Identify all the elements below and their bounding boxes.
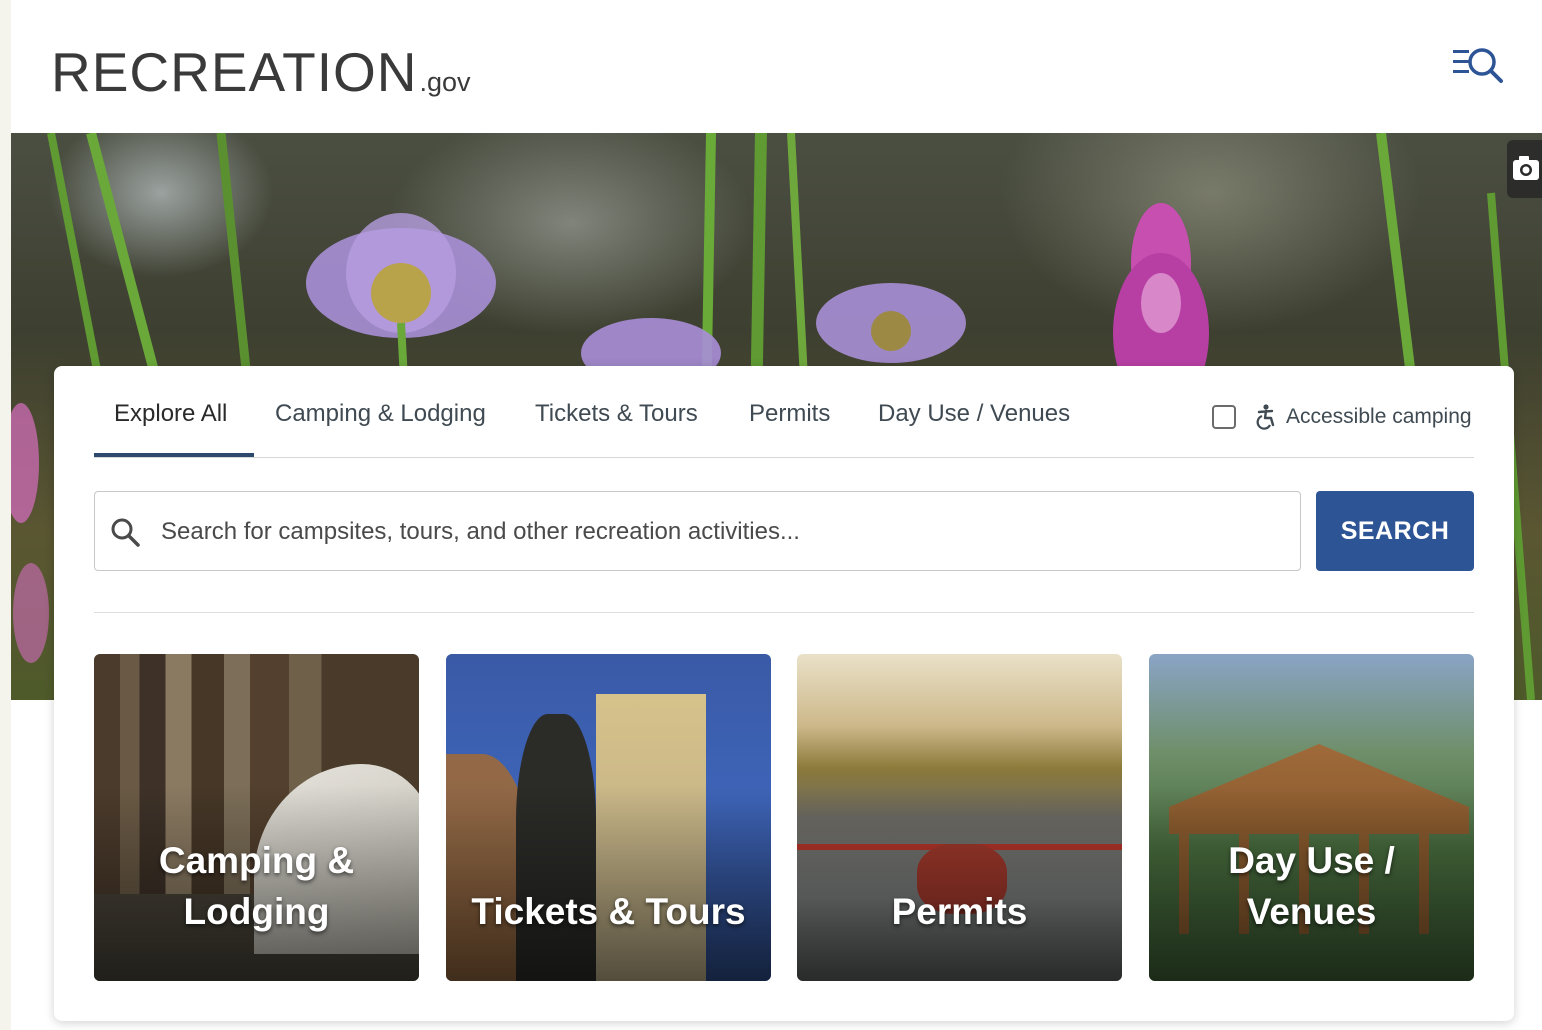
tile-label: Permits xyxy=(891,891,1028,932)
site-header: RECREATION .gov xyxy=(11,0,1542,133)
tile-camping-lodging[interactable]: Camping & Lodging xyxy=(94,654,419,981)
accessible-camping-filter: Accessible camping xyxy=(1212,402,1472,432)
tile-label: Tickets & Tours xyxy=(471,891,746,932)
menu-search-icon xyxy=(1453,48,1503,83)
tile-day-use-venues[interactable]: Day Use / Venues xyxy=(1149,654,1474,981)
tile-label: Day Use / Venues xyxy=(1228,840,1395,932)
tab-tickets-tours[interactable]: Tickets & Tours xyxy=(535,400,698,428)
page: RECREATION .gov Explore All Camping & Lo… xyxy=(11,0,1542,1030)
search-input[interactable] xyxy=(159,492,1283,572)
tab-camping-lodging[interactable]: Camping & Lodging xyxy=(275,400,486,428)
accessible-camping-checkbox[interactable] xyxy=(1212,405,1236,429)
tab-day-use-venues[interactable]: Day Use / Venues xyxy=(878,400,1070,428)
search-field xyxy=(94,491,1301,572)
tile-permits[interactable]: Permits xyxy=(797,654,1122,981)
accessibility-icon xyxy=(1256,404,1275,430)
search-icon xyxy=(111,518,140,547)
logo-suffix: .gov xyxy=(419,67,471,97)
tile-label: Camping & Lodging xyxy=(158,840,355,932)
accessible-camping-label: Accessible camping xyxy=(1286,405,1472,428)
search-button[interactable]: SEARCH xyxy=(1316,491,1474,571)
tile-tickets-tours[interactable]: Tickets & Tours xyxy=(446,654,771,981)
card-divider xyxy=(94,612,1474,613)
recreation-gov-logo[interactable]: RECREATION .gov xyxy=(51,30,471,100)
menu-search-button[interactable] xyxy=(1451,44,1507,86)
photo-credit-button[interactable] xyxy=(1507,140,1542,198)
search-card: Explore All Camping & Lodging Tickets & … xyxy=(54,366,1514,1021)
tab-permits[interactable]: Permits xyxy=(749,400,830,428)
active-tab-indicator xyxy=(94,453,254,457)
camera-icon xyxy=(1513,156,1539,180)
search-tabs: Explore All Camping & Lodging Tickets & … xyxy=(94,366,1474,458)
logo-text: RECREATION xyxy=(51,41,418,103)
tab-explore-all[interactable]: Explore All xyxy=(114,400,227,428)
